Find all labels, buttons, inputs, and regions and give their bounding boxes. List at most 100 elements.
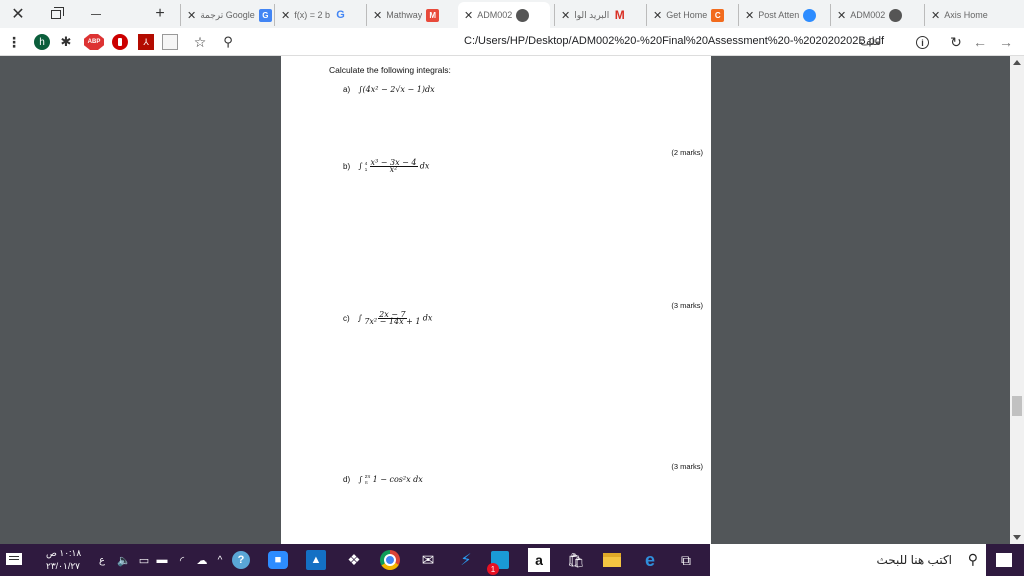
tab-google-translate[interactable]: ✕ ترجمة Google G [180,4,272,26]
google-icon: G [336,9,345,21]
tab-mathway[interactable]: ✕ Mathway M [366,4,454,26]
question-d: d) ∫ 2π π 1 − cos²x dx [343,474,423,486]
pdf-extension-icon[interactable]: ⅄ [138,34,154,50]
menu-icon[interactable]: ⋮ [6,34,22,50]
minimize-icon [91,13,101,15]
tab-close-icon[interactable]: ✕ [837,9,846,22]
windows-icon [996,553,1012,567]
question-expression: ∫(4x² − 2√x − 1)dx [358,85,435,94]
display-icon[interactable]: ▭ [134,550,154,570]
tab-close-icon[interactable]: ✕ [653,9,662,22]
lower-limit: π [364,480,368,485]
search-icon[interactable]: ⚲ [220,34,236,50]
store-icon[interactable]: 🛍 [566,550,586,570]
extension-h-icon[interactable]: h [34,34,50,50]
tab-axis-home[interactable]: ✕ Axis Home [924,4,1020,26]
tab-close-icon[interactable]: ✕ [745,9,754,22]
bookmark-star-icon[interactable]: ☆ [192,34,208,50]
question-c: c) ∫ 2x − 7 7x² − 14x + 1 dx [343,311,432,326]
lower-limit: 1 [364,166,368,172]
marks-b: (3 marks) [671,301,703,310]
file-scheme-label: ملف [860,36,881,48]
tab-close-icon[interactable]: ✕ [187,9,196,22]
address-bar-url[interactable]: C:/Users/HP/Desktop/ADM002%20-%20Final%2… [464,35,884,47]
reload-icon[interactable]: ↻ [948,34,964,50]
window-restore-button[interactable] [40,0,72,28]
tab-title: Get Home [666,10,708,20]
action-center-icon[interactable] [4,549,24,569]
tab-adm002[interactable]: ✕ ADM002 [830,4,920,26]
tab-function[interactable]: ✕ f(x) = 2 b G [274,4,362,26]
vertical-scrollbar[interactable] [1010,56,1024,544]
restore-icon [51,6,64,19]
tab-mail[interactable]: ✕ البريد الوا M [554,4,642,26]
zoom-app-icon[interactable]: ■ [268,551,288,569]
battery-icon[interactable]: ▬ [152,550,172,570]
tab-adm002-active[interactable]: ✕ ADM002 [458,2,550,28]
wifi-icon[interactable]: ◜ [172,550,192,570]
volume-icon[interactable]: 🔈 [114,550,134,570]
tab-title: Post Atten [758,10,800,20]
amazon-icon[interactable]: a [528,548,550,572]
tab-strip: ✕ + ✕ ترجمة Google G ✕ f(x) = 2 b G ✕ Ma… [0,0,1024,28]
lightning-app-icon[interactable]: ⚡ [456,550,476,570]
forward-icon[interactable]: → [998,34,1014,50]
tab-post-attendee[interactable]: ✕ Post Atten [738,4,826,26]
question-label: d) [343,475,351,485]
new-tab-button[interactable]: + [150,0,170,28]
instructions-heading: Calculate the following integrals: [329,65,451,75]
chrome-icon[interactable] [380,550,400,570]
mail-icon[interactable]: ✉ [418,550,438,570]
clock-time[interactable]: ١٠:١٨ ص [46,548,81,559]
tab-title: Mathway [386,10,423,20]
show-hidden-icons-icon[interactable]: ^ [210,550,230,570]
question-a: a) ∫(4x² − 2√x − 1)dx [343,85,435,94]
task-view-icon[interactable]: ⧉ [676,550,696,570]
browser-toolbar: ⋮ h ✱ ABP ⅄ ☆ ⚲ C:/Users/HP/Desktop/ADM0… [0,28,1024,56]
file-explorer-icon[interactable] [602,550,622,570]
back-icon[interactable]: ← [972,34,988,50]
pdf-viewer[interactable]: Calculate the following integrals: a) ∫(… [0,56,1024,544]
tab-title: ترجمة Google [200,9,255,20]
window-minimize-button[interactable] [80,0,112,28]
tab-title: البريد الوا [574,9,610,20]
clock-date[interactable]: ٢٣/٠١/٢٧ [46,561,80,572]
page-extension-icon[interactable] [162,34,178,50]
pdf-page: Calculate the following integrals: a) ∫(… [281,56,711,544]
teams-icon[interactable]: 1 [487,550,510,575]
input-language-indicator[interactable]: ع [92,550,112,570]
scroll-down-arrow-icon[interactable] [1013,535,1021,540]
start-button[interactable] [994,550,1014,570]
integral-sign: ∫ [357,313,363,323]
tab-close-icon[interactable]: ✕ [931,9,940,22]
taskbar-search-box[interactable]: اكتب هنا للبحث ⚲ [710,544,986,576]
adblock-icon[interactable]: ABP [84,34,104,50]
tab-close-icon[interactable]: ✕ [281,9,290,22]
help-icon[interactable]: ? [232,551,250,569]
photos-icon[interactable]: ▲ [306,550,326,570]
tab-get-home[interactable]: ✕ Get Home C [646,4,734,26]
globe-icon [889,8,903,22]
tab-close-icon[interactable]: ✕ [373,9,382,22]
denominator: 7x² − 14x + 1 [364,317,421,326]
tab-close-icon[interactable]: ✕ [464,9,473,22]
scroll-up-arrow-icon[interactable] [1013,60,1021,65]
gmail-icon: M [614,8,625,22]
differential: dx [419,161,430,171]
question-label: b) [343,161,351,171]
onedrive-icon[interactable]: ☁ [192,550,212,570]
marks-c: (3 marks) [671,462,703,471]
site-info-icon[interactable]: i [916,36,929,49]
tab-close-icon[interactable]: ✕ [561,9,570,22]
extension-icon[interactable]: ✱ [58,34,74,50]
tab-title: ADM002 [477,10,513,20]
stop-extension-icon[interactable] [112,34,128,50]
zoom-icon [803,8,817,22]
search-placeholder: اكتب هنا للبحث [876,553,952,567]
integral-sign: ∫ [358,475,363,485]
edge-icon[interactable]: e [640,550,660,570]
dropbox-icon[interactable]: ❖ [344,550,364,570]
window-close-button[interactable]: ✕ [2,0,34,28]
tab-title: f(x) = 2 b [294,10,330,20]
scrollbar-thumb[interactable] [1012,396,1022,416]
